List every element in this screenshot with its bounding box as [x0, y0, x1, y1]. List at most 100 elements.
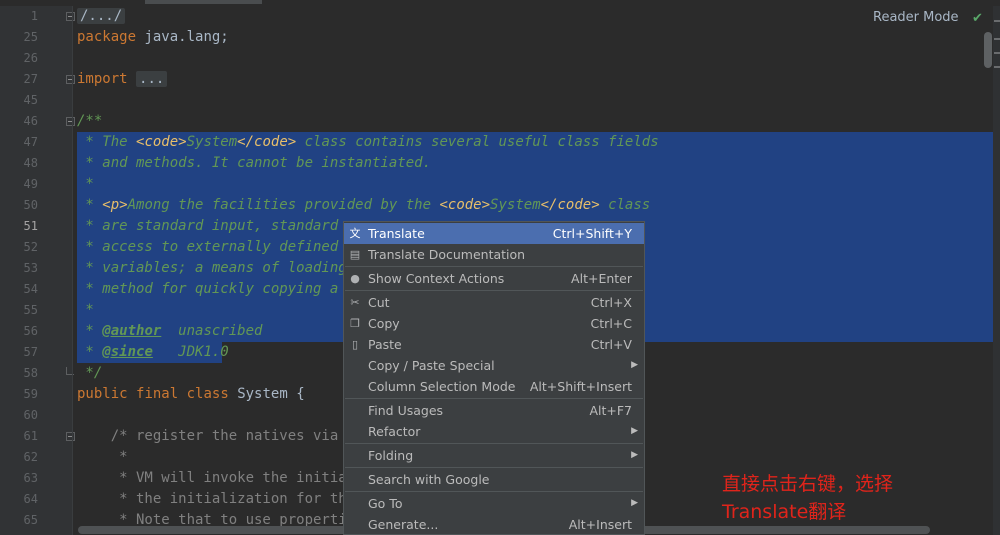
doc-comment: class	[599, 197, 651, 213]
code-line: * VM will invoke the initiali	[77, 468, 363, 489]
code-editor[interactable]: 1 25 26 27 45 46 47 48 49 50 51 52 53 54…	[0, 0, 1000, 535]
menu-item-cut[interactable]: ✂ Cut Ctrl+X	[344, 292, 644, 313]
code-line: /**	[77, 111, 102, 132]
line-number-gutter: 1 25 26 27 45 46 47 48 49 50 51 52 53 54…	[0, 6, 75, 535]
folded-header[interactable]: /.../	[77, 8, 126, 24]
menu-item-paste[interactable]: ▯ Paste Ctrl+V	[344, 334, 644, 355]
menu-item-label: Copy	[368, 316, 400, 331]
html-tag: <code>	[136, 134, 187, 150]
doc-comment: * are standard input, standard o	[77, 218, 356, 234]
doc-comment: Among the facilities provided by the	[127, 197, 440, 213]
code-line: /* register the natives via th	[77, 426, 364, 447]
menu-item-label: Copy / Paste Special	[368, 358, 495, 373]
menu-item-label: Search with Google	[368, 472, 490, 487]
doc-comment: /**	[77, 113, 103, 129]
menu-item-translate[interactable]: 文 Translate Ctrl+Shift+Y	[344, 223, 644, 244]
menu-item-find-usages[interactable]: Find Usages Alt+F7	[344, 400, 644, 421]
menu-item-shortcut: Alt+Enter	[571, 271, 632, 286]
line-number: 50	[23, 198, 38, 212]
menu-item-label: Translate	[368, 226, 425, 241]
menu-separator	[345, 398, 643, 399]
code-line: * access to externally defined p	[77, 237, 355, 258]
copy-icon: ❐	[350, 317, 360, 330]
lightbulb-icon: ●	[350, 272, 360, 285]
line-number: 46	[23, 114, 38, 128]
doc-comment: * and methods. It cannot be instantiated…	[77, 155, 432, 171]
line-number: 52	[23, 240, 38, 254]
line-number: 62	[23, 450, 38, 464]
keyword: public	[77, 386, 128, 402]
menu-item-shortcut: Alt+F7	[589, 403, 632, 418]
code-line: import ...	[77, 69, 168, 90]
submenu-arrow-icon: ▶	[631, 498, 638, 508]
reader-mode-toggle[interactable]: Reader Mode	[873, 10, 959, 25]
line-number: 47	[23, 135, 38, 149]
code-line: * @author unascribed	[77, 321, 262, 342]
error-stripe-marker[interactable]	[994, 66, 1000, 68]
line-number: 53	[23, 261, 38, 275]
line-number: 48	[23, 156, 38, 170]
current-line-number: 51	[23, 219, 38, 233]
menu-item-go-to[interactable]: Go To ▶	[344, 493, 644, 514]
error-stripe-marker[interactable]	[994, 38, 1000, 40]
menu-item-shortcut: Ctrl+Shift+Y	[552, 226, 632, 241]
comment: /* register the natives via th	[77, 428, 364, 444]
doc-comment: System	[490, 197, 541, 213]
clipboard-icon: ▯	[351, 338, 359, 351]
html-tag: </code>	[237, 134, 297, 150]
menu-item-translate-documentation[interactable]: ▤ Translate Documentation	[344, 244, 644, 265]
error-stripe-marker[interactable]	[994, 20, 1000, 22]
line-number: 27	[23, 72, 38, 86]
html-tag: </code>	[540, 197, 600, 213]
code-line: * @since JDK1.0	[77, 342, 228, 363]
translate-doc-icon: ▤	[349, 248, 361, 261]
code-line: * and methods. It cannot be instantiated…	[77, 153, 431, 174]
code-line: * The <code>System</code> class contains…	[77, 132, 658, 153]
active-tab-indicator	[145, 0, 262, 4]
menu-item-shortcut: Ctrl+V	[590, 337, 632, 352]
line-number: 59	[23, 387, 38, 401]
annotation-line: 直接点击右键，选择	[722, 473, 894, 495]
menu-item-column-selection-mode[interactable]: Column Selection Mode Alt+Shift+Insert	[344, 376, 644, 397]
line-number: 63	[23, 471, 38, 485]
menu-item-label: Find Usages	[368, 403, 444, 418]
doc-comment: unascribed	[161, 323, 263, 339]
menu-item-folding[interactable]: Folding ▶	[344, 445, 644, 466]
menu-item-label: Go To	[368, 496, 403, 511]
menu-item-copy-paste-special[interactable]: Copy / Paste Special ▶	[344, 355, 644, 376]
menu-separator	[345, 290, 643, 291]
doc-comment: * variables; a means of loading f	[77, 260, 364, 276]
menu-separator	[345, 467, 643, 468]
line-number: 61	[23, 429, 38, 443]
code-line: * variables; a means of loading f	[77, 258, 364, 279]
vertical-scrollbar-thumb[interactable]	[984, 32, 992, 68]
menu-item-generate[interactable]: Generate... Alt+Insert	[344, 514, 644, 534]
menu-item-label: Cut	[368, 295, 390, 310]
code-line: */	[77, 363, 102, 384]
menu-item-show-context-actions[interactable]: ● Show Context Actions Alt+Enter	[344, 268, 644, 289]
code-line: * <p>Among the facilities provided by th…	[77, 195, 650, 216]
menu-item-copy[interactable]: ❐ Copy Ctrl+C	[344, 313, 644, 334]
doc-comment: System	[186, 134, 238, 150]
line-number: 64	[23, 492, 38, 506]
folded-imports[interactable]: ...	[136, 71, 168, 87]
error-stripe-marker[interactable]	[994, 52, 1000, 54]
menu-item-search-with-google[interactable]: Search with Google	[344, 469, 644, 490]
line-number: 60	[23, 408, 38, 422]
html-tag: <p>	[102, 197, 128, 213]
line-number: 65	[23, 513, 38, 527]
code-line: *	[77, 174, 93, 195]
keyword: import	[77, 71, 128, 87]
menu-separator	[345, 266, 643, 267]
code-line: * are standard input, standard o	[77, 216, 355, 237]
vertical-scrollbar-track[interactable]	[993, 6, 1000, 535]
doc-comment: *	[77, 344, 103, 360]
menu-item-refactor[interactable]: Refactor ▶	[344, 421, 644, 442]
submenu-arrow-icon: ▶	[631, 360, 638, 370]
doc-comment: */	[77, 365, 103, 381]
line-number: 49	[23, 177, 38, 191]
menu-item-label: Translate Documentation	[368, 247, 526, 262]
context-menu: 文 Translate Ctrl+Shift+Y ▤ Translate Doc…	[343, 221, 645, 535]
checkmark-icon: ✔	[972, 11, 983, 26]
line-number: 56	[23, 324, 38, 338]
